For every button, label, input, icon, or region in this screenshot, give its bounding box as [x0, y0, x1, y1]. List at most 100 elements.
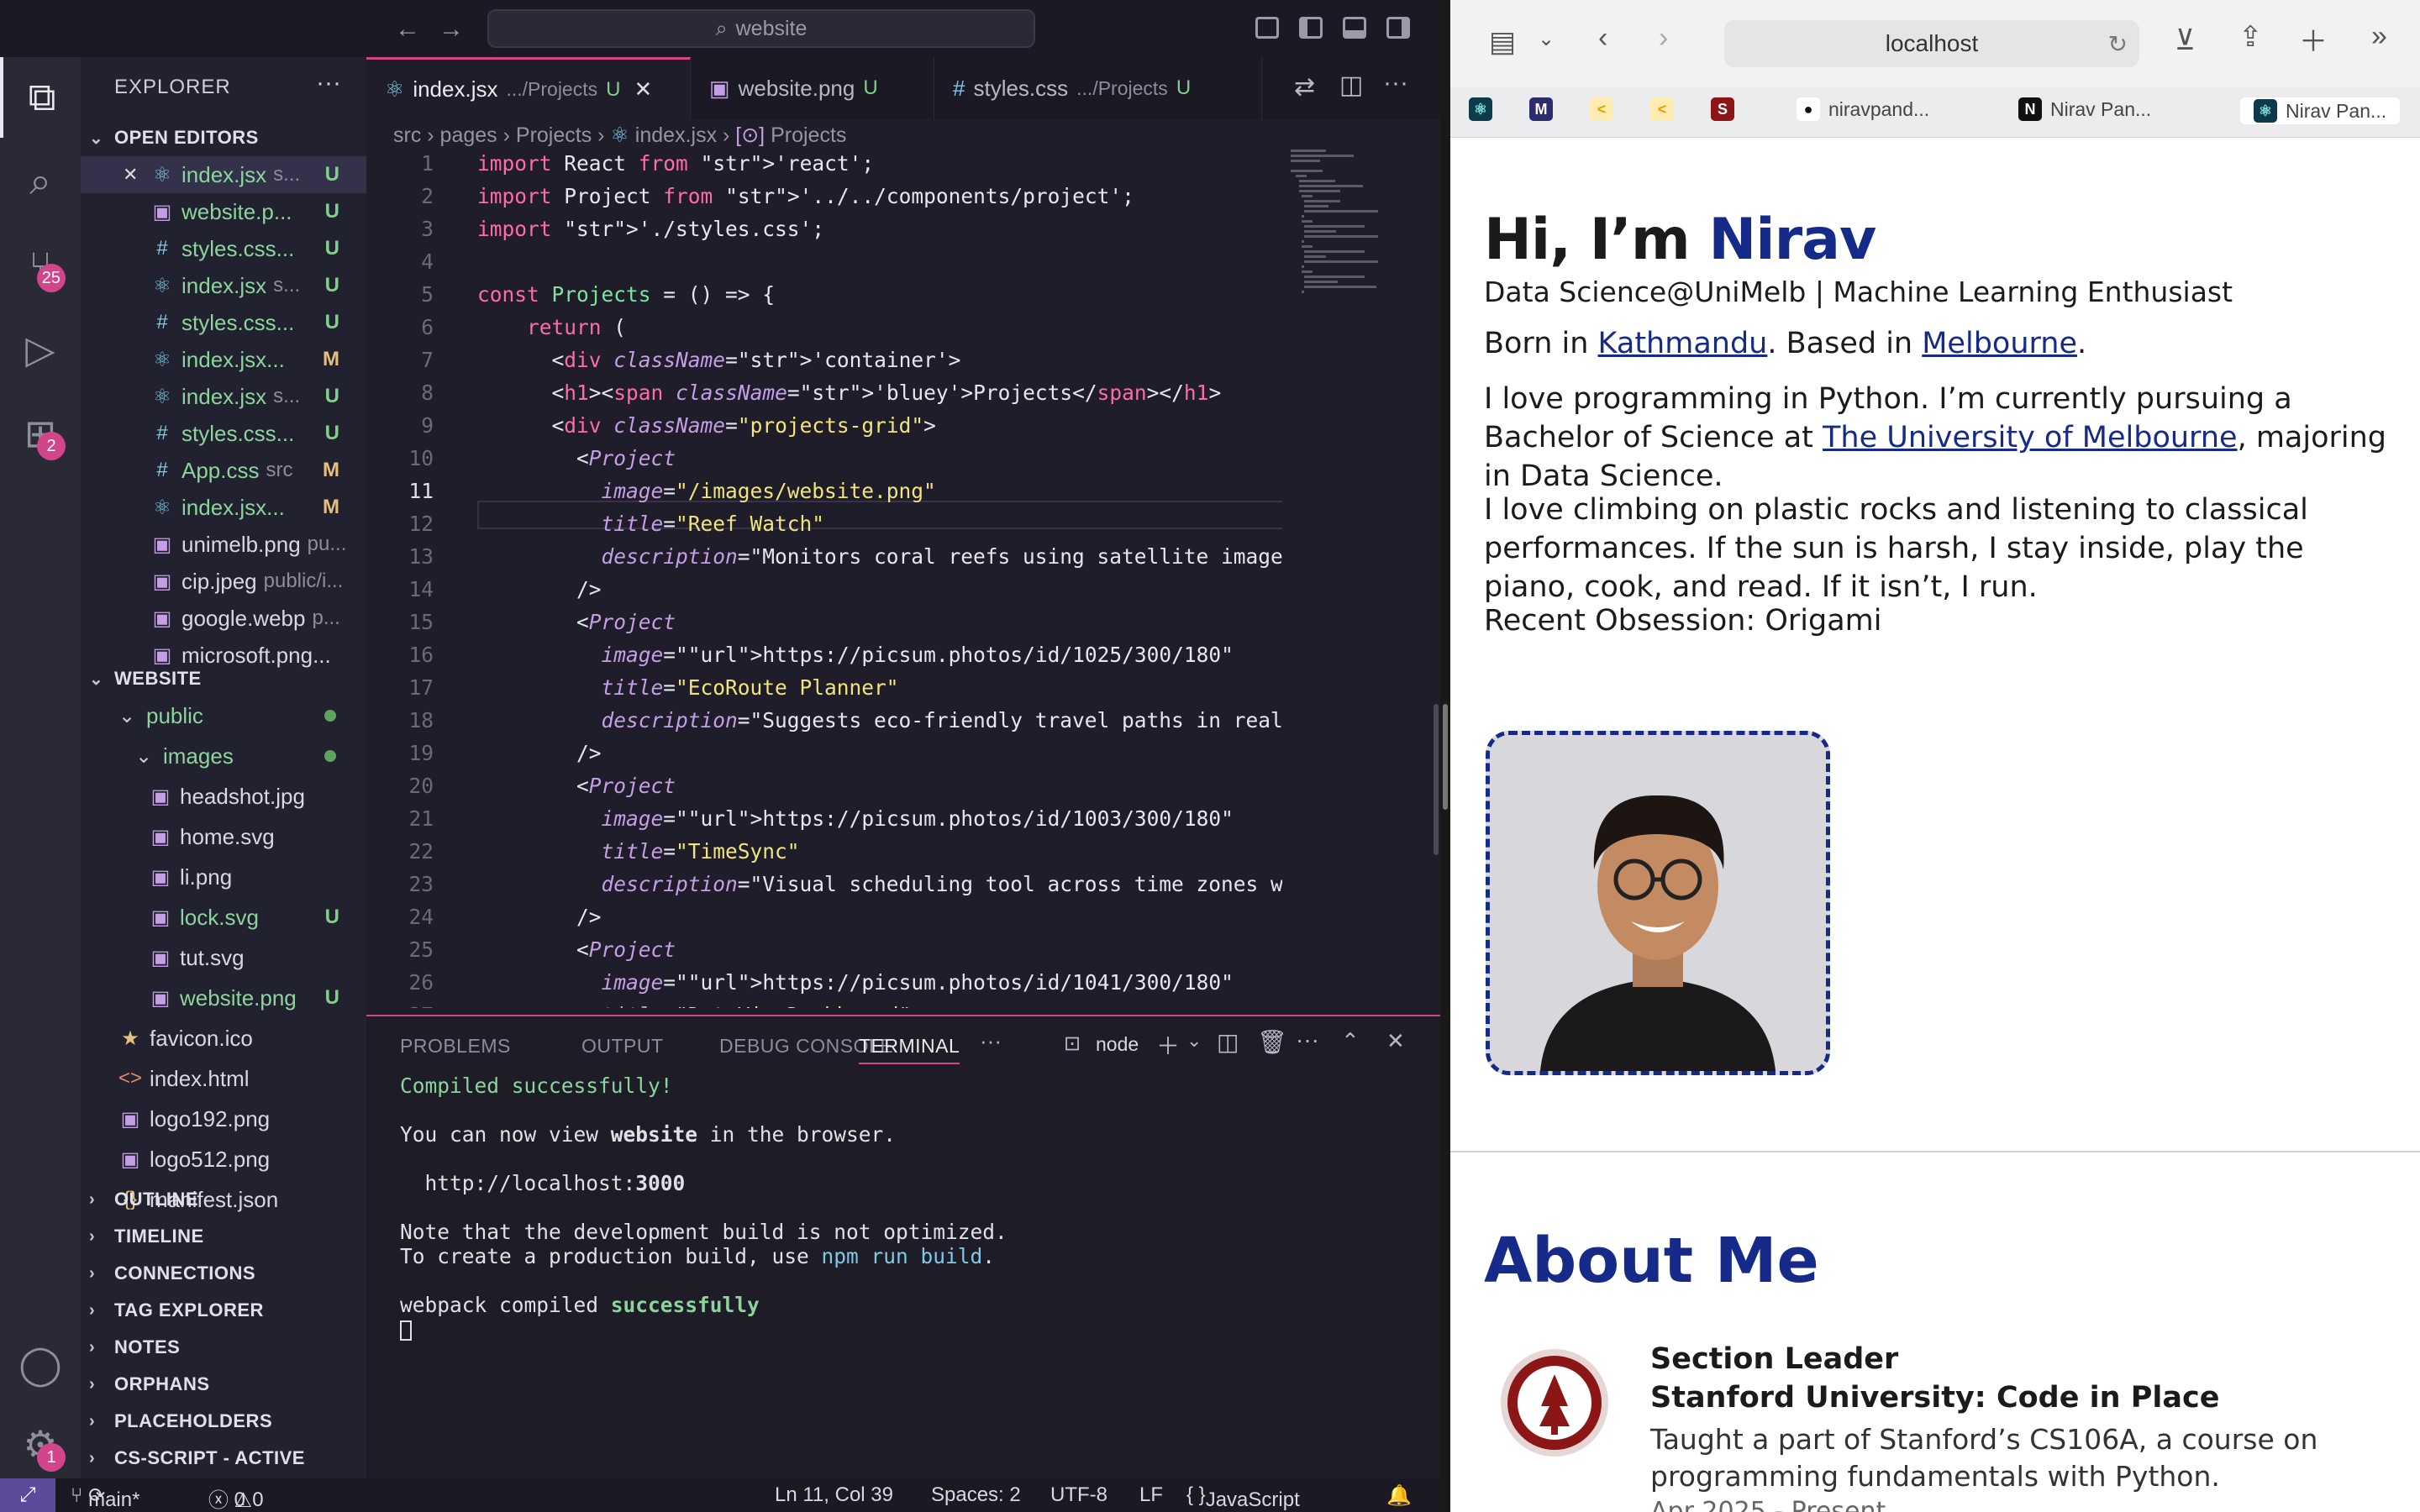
more-tabs-icon[interactable]: ···	[980, 1028, 1002, 1054]
open-editor-item[interactable]: ⚛ index.jsx... M	[81, 341, 366, 378]
tree-folder[interactable]: ⌄ public	[81, 697, 366, 734]
tree-file[interactable]: ▣ website.png U	[81, 979, 366, 1016]
breadcrumb-item[interactable]: Projects	[516, 123, 592, 147]
code-line[interactable]: return (	[477, 315, 626, 339]
pinned-tab[interactable]: ⚛	[1469, 97, 1492, 121]
tree-file[interactable]: ▣ home.svg	[81, 818, 366, 855]
close-icon[interactable]: ✕	[123, 164, 145, 186]
section-timeline[interactable]: › TIMELINE	[81, 1218, 366, 1255]
tree-file[interactable]: ▣ tut.svg	[81, 939, 366, 976]
toggle-primary-sidebar-icon[interactable]	[1299, 17, 1323, 39]
open-editor-item[interactable]: # styles.css... U	[81, 415, 366, 452]
more-actions-icon[interactable]: ···	[316, 69, 341, 97]
close-panel-icon[interactable]: ✕	[1386, 1028, 1405, 1054]
code-line[interactable]: import "str">'./styles.css';	[477, 217, 824, 241]
code-line[interactable]: description="Suggests eco-friendly trave…	[477, 708, 1282, 732]
open-editor-item[interactable]: # styles.css... U	[81, 230, 366, 267]
share-icon[interactable]: ⇪	[2238, 20, 2263, 54]
run-debug-icon[interactable]: ▷	[0, 309, 81, 390]
code-line[interactable]: <Project	[477, 774, 676, 798]
new-terminal-icon[interactable]: ＋	[1156, 1028, 1180, 1062]
chevron-down-icon[interactable]: ⌄	[1538, 27, 1555, 51]
tree-file[interactable]: ▣ lock.svg U	[81, 899, 366, 936]
tab-output[interactable]: OUTPUT	[581, 1035, 664, 1058]
divider-handle[interactable]	[1443, 704, 1448, 810]
editor-scrollbar[interactable]	[1434, 704, 1439, 855]
source-control-icon[interactable]: ⑂ 25	[0, 225, 81, 306]
split-editor-icon[interactable]: ◫	[1339, 71, 1363, 100]
customize-layout-icon[interactable]	[1255, 17, 1279, 39]
open-editor-item[interactable]: ⚛ index.jsx s... U	[81, 267, 366, 304]
downloads-icon[interactable]: ⊻	[2175, 24, 2196, 57]
back-icon[interactable]: ‹	[1598, 22, 1607, 55]
accounts-icon[interactable]: ◯	[0, 1324, 81, 1404]
open-editor-item[interactable]: ⚛ index.jsx s... U	[81, 378, 366, 415]
section-connections[interactable]: › CONNECTIONS	[81, 1255, 366, 1292]
breadcrumb-item[interactable]: pages	[440, 123, 497, 147]
address-bar[interactable]: localhost ↻	[1724, 20, 2139, 67]
code-editor[interactable]: 1 import React from "str">'react'; 2 import…	[366, 151, 1282, 1008]
code-line[interactable]: <Project	[477, 446, 676, 470]
pinned-tab[interactable]: <	[1590, 97, 1613, 121]
section-placeholders[interactable]: › PLACEHOLDERS	[81, 1403, 366, 1440]
tree-folder[interactable]: ⌄ images	[81, 738, 366, 774]
chevron-down-icon[interactable]: ⌄	[1186, 1030, 1202, 1052]
code-line[interactable]: <Project	[477, 937, 676, 962]
reload-icon[interactable]: ↻	[2108, 30, 2128, 58]
code-line[interactable]: />	[477, 577, 602, 601]
open-editor-item[interactable]: ▣ unimelb.png pu...	[81, 526, 366, 563]
extensions-icon[interactable]: ⊞ 2	[0, 393, 81, 474]
breadcrumb-item[interactable]: index.jsx	[635, 123, 717, 147]
section-notes[interactable]: › NOTES	[81, 1329, 366, 1366]
explorer-icon[interactable]: ⧉	[0, 57, 81, 138]
code-line[interactable]: title="TimeSync"	[477, 839, 800, 864]
minimap[interactable]	[1291, 150, 1425, 402]
settings-gear-icon[interactable]: ⚙ 1	[0, 1404, 81, 1485]
open-editor-item[interactable]: ▣ cip.jpeg public/i...	[81, 563, 366, 600]
pinned-tab[interactable]: M	[1529, 97, 1553, 121]
tab-terminal[interactable]: TERMINAL	[859, 1035, 960, 1064]
remote-icon[interactable]: ⤢	[0, 1478, 55, 1512]
code-line[interactable]: const Projects = () => {	[477, 282, 775, 307]
browser-tab-github[interactable]: ● niravpand...	[1797, 97, 1929, 121]
section-orphans[interactable]: › ORPHANS	[81, 1366, 366, 1403]
toggle-secondary-sidebar-icon[interactable]	[1386, 17, 1410, 39]
tree-file[interactable]: ▣ logo192.png	[81, 1100, 366, 1137]
search-icon[interactable]: ⌕	[0, 141, 81, 222]
close-icon[interactable]: ✕	[634, 76, 652, 102]
tree-file[interactable]: <> index.html	[81, 1060, 366, 1097]
code-line[interactable]: import React from "str">'react';	[477, 151, 874, 176]
section-cs-script[interactable]: › CS-SCRIPT - ACTIVE	[81, 1440, 366, 1477]
notifications-bell-icon[interactable]: 🔔	[1386, 1483, 1412, 1508]
code-line[interactable]: />	[477, 905, 602, 929]
section-open-editors[interactable]: ⌄ OPEN EDITORS	[81, 119, 366, 156]
command-center-search[interactable]: ⌕ website	[487, 9, 1035, 48]
language-mode[interactable]: { } JavaScript JSX	[1186, 1483, 1300, 1511]
trash-icon[interactable]: 🗑	[1257, 1028, 1287, 1056]
code-line[interactable]: <div className="str">'container'>	[477, 348, 961, 372]
code-line[interactable]: <Project	[477, 610, 676, 634]
pinned-tab[interactable]: S	[1711, 97, 1734, 121]
compare-changes-icon[interactable]: ⇄	[1294, 72, 1315, 102]
code-line[interactable]: />	[477, 741, 602, 765]
code-line[interactable]: image=""url">https://picsum.photos/id/10…	[477, 970, 1234, 995]
link-kathmandu[interactable]: Kathmandu	[1598, 327, 1768, 360]
encoding[interactable]: UTF-8	[1050, 1483, 1107, 1507]
code-line[interactable]: <div className="projects-grid">	[477, 413, 936, 438]
code-line[interactable]: title="EcoRoute Planner"	[477, 675, 899, 700]
section-website[interactable]: ⌄ WEBSITE	[81, 660, 366, 697]
toggle-panel-icon[interactable]	[1343, 17, 1366, 39]
code-line[interactable]: <h1><span className="str">'bluey'>Projec…	[477, 381, 1222, 405]
cursor-position[interactable]: Ln 11, Col 39	[775, 1483, 893, 1507]
browser-tab-notion[interactable]: N Nirav Pan...	[2018, 97, 2151, 121]
link-melbourne[interactable]: Melbourne	[1922, 327, 2077, 360]
open-editor-item[interactable]: ✕ ⚛ index.jsx s... U	[81, 156, 366, 193]
browser-tab-active[interactable]: ⚛ Nirav Pan...	[2240, 97, 2401, 124]
code-line[interactable]: description="Visual scheduling tool acro…	[477, 872, 1282, 896]
split-terminal-icon[interactable]: ◫	[1217, 1028, 1239, 1056]
tab-index-jsx[interactable]: ⚛ index.jsx .../Projects U ✕	[366, 57, 691, 119]
tree-file[interactable]: ▣ logo512.png	[81, 1141, 366, 1178]
pinned-tab[interactable]: <	[1650, 97, 1674, 121]
code-line[interactable]: import Project from "str">'../../compone…	[477, 184, 1134, 208]
open-editor-item[interactable]: ▣ google.webp p...	[81, 600, 366, 637]
